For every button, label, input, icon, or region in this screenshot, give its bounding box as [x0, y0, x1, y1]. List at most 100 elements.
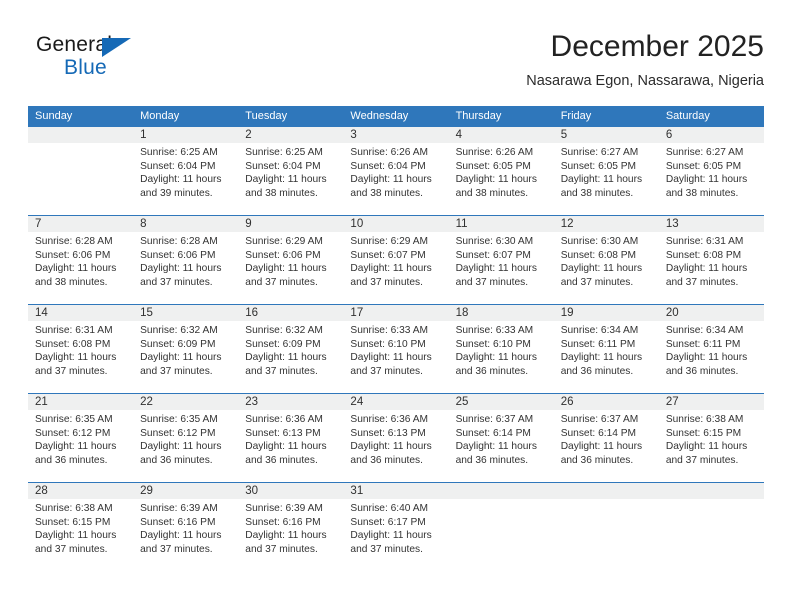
sunset-text: Sunset: 6:10 PM — [350, 338, 426, 350]
day-cell[interactable]: 27 Sunrise: 6:38 AM Sunset: 6:15 PM Dayl… — [659, 394, 764, 482]
day-cell — [554, 483, 659, 571]
day-number: 24 — [350, 396, 364, 408]
day-cell[interactable]: 25 Sunrise: 6:37 AM Sunset: 6:14 PM Dayl… — [449, 394, 554, 482]
day-details: Sunrise: 6:26 AM Sunset: 6:05 PM Dayligh… — [456, 146, 550, 200]
day-cell[interactable]: 30 Sunrise: 6:39 AM Sunset: 6:16 PM Dayl… — [238, 483, 343, 571]
day-cell[interactable]: 5 Sunrise: 6:27 AM Sunset: 6:05 PM Dayli… — [554, 127, 659, 215]
day-number: 15 — [140, 307, 153, 319]
day-cell[interactable]: 11 Sunrise: 6:30 AM Sunset: 6:07 PM Dayl… — [449, 216, 554, 304]
day-cell[interactable]: 15 Sunrise: 6:32 AM Sunset: 6:09 PM Dayl… — [133, 305, 238, 393]
page-title: December 2025 — [550, 30, 764, 63]
day-cell[interactable]: 21 Sunrise: 6:35 AM Sunset: 6:12 PM Dayl… — [28, 394, 133, 482]
daylight-text: Daylight: 11 hours and 38 minutes. — [455, 174, 537, 199]
day-details: Sunrise: 6:28 AM Sunset: 6:06 PM Dayligh… — [140, 235, 234, 289]
day-cell[interactable]: 1 Sunrise: 6:25 AM Sunset: 6:04 PM Dayli… — [133, 127, 238, 215]
day-cell[interactable]: 26 Sunrise: 6:37 AM Sunset: 6:14 PM Dayl… — [554, 394, 659, 482]
daylight-text: Daylight: 11 hours and 37 minutes. — [560, 263, 643, 288]
sunrise-text: Sunrise: 6:31 AM — [35, 325, 113, 336]
day-cell[interactable]: 12 Sunrise: 6:30 AM Sunset: 6:08 PM Dayl… — [554, 216, 659, 304]
sunrise-text: Sunrise: 6:33 AM — [350, 325, 429, 336]
day-details: Sunrise: 6:34 AM Sunset: 6:11 PM Dayligh… — [561, 324, 655, 378]
daylight-text: Daylight: 11 hours and 37 minutes. — [140, 352, 222, 377]
day-cell[interactable]: 8 Sunrise: 6:28 AM Sunset: 6:06 PM Dayli… — [133, 216, 238, 304]
day-cell[interactable]: 9 Sunrise: 6:29 AM Sunset: 6:06 PM Dayli… — [238, 216, 343, 304]
day-cell[interactable]: 29 Sunrise: 6:39 AM Sunset: 6:16 PM Dayl… — [133, 483, 238, 571]
day-cell[interactable]: 2 Sunrise: 6:25 AM Sunset: 6:04 PM Dayli… — [238, 127, 343, 215]
day-cell[interactable]: 16 Sunrise: 6:32 AM Sunset: 6:09 PM Dayl… — [238, 305, 343, 393]
day-cell — [659, 483, 764, 571]
daylight-text: Daylight: 11 hours and 36 minutes. — [560, 352, 643, 377]
day-number: 9 — [245, 218, 252, 230]
sunset-text: Sunset: 6:06 PM — [245, 249, 321, 261]
day-cell[interactable]: 4 Sunrise: 6:26 AM Sunset: 6:05 PM Dayli… — [449, 127, 554, 215]
day-number: 21 — [35, 396, 48, 408]
daylight-text: Daylight: 11 hours and 36 minutes. — [455, 441, 537, 466]
sunrise-text: Sunrise: 6:32 AM — [245, 325, 323, 336]
sunrise-text: Sunrise: 6:31 AM — [665, 236, 744, 247]
calendar-week-row: 14 Sunrise: 6:31 AM Sunset: 6:08 PM Dayl… — [28, 304, 764, 393]
sunset-text: Sunset: 6:13 PM — [350, 427, 426, 439]
sunrise-text: Sunrise: 6:26 AM — [455, 147, 534, 158]
page-subtitle: Nasarawa Egon, Nassarawa, Nigeria — [526, 73, 764, 89]
day-cell[interactable]: 10 Sunrise: 6:29 AM Sunset: 6:07 PM Dayl… — [343, 216, 448, 304]
sunset-text: Sunset: 6:07 PM — [455, 249, 531, 261]
calendar-week-row: 7 Sunrise: 6:28 AM Sunset: 6:06 PM Dayli… — [28, 215, 764, 304]
sunrise-text: Sunrise: 6:28 AM — [35, 236, 113, 247]
day-cell[interactable]: 20 Sunrise: 6:34 AM Sunset: 6:11 PM Dayl… — [659, 305, 764, 393]
sunset-text: Sunset: 6:04 PM — [140, 160, 216, 172]
day-cell[interactable]: 31 Sunrise: 6:40 AM Sunset: 6:17 PM Dayl… — [343, 483, 448, 571]
weekday-header-saturday: Saturday — [665, 110, 710, 122]
day-cell[interactable]: 28 Sunrise: 6:38 AM Sunset: 6:15 PM Dayl… — [28, 483, 133, 571]
day-details: Sunrise: 6:39 AM Sunset: 6:16 PM Dayligh… — [140, 502, 234, 556]
general-blue-logo[interactable]: General Blue — [36, 32, 206, 90]
daylight-text: Daylight: 11 hours and 38 minutes. — [35, 263, 117, 288]
day-details: Sunrise: 6:29 AM Sunset: 6:07 PM Dayligh… — [350, 235, 444, 289]
day-number: 13 — [665, 218, 679, 230]
sunrise-text: Sunrise: 6:38 AM — [35, 503, 113, 514]
day-details: Sunrise: 6:31 AM Sunset: 6:08 PM Dayligh… — [35, 324, 129, 378]
sunrise-text: Sunrise: 6:32 AM — [140, 325, 218, 336]
day-number: 2 — [245, 129, 252, 141]
day-cell[interactable]: 14 Sunrise: 6:31 AM Sunset: 6:08 PM Dayl… — [28, 305, 133, 393]
sunset-text: Sunset: 6:08 PM — [560, 249, 637, 261]
daylight-text: Daylight: 11 hours and 37 minutes. — [665, 441, 748, 466]
day-cell[interactable]: 17 Sunrise: 6:33 AM Sunset: 6:10 PM Dayl… — [343, 305, 448, 393]
day-details: Sunrise: 6:39 AM Sunset: 6:16 PM Dayligh… — [245, 502, 339, 556]
day-number: 4 — [455, 129, 462, 141]
daylight-text: Daylight: 11 hours and 36 minutes. — [455, 352, 537, 377]
day-details: Sunrise: 6:37 AM Sunset: 6:14 PM Dayligh… — [456, 413, 550, 467]
daylight-text: Daylight: 11 hours and 37 minutes. — [665, 263, 748, 288]
sunset-text: Sunset: 6:11 PM — [560, 338, 636, 350]
sunset-text: Sunset: 6:15 PM — [35, 516, 111, 528]
sunset-text: Sunset: 6:04 PM — [350, 160, 426, 172]
day-number: 12 — [560, 218, 574, 230]
calendar-week-row: 21 Sunrise: 6:35 AM Sunset: 6:12 PM Dayl… — [28, 393, 764, 482]
sunrise-text: Sunrise: 6:30 AM — [455, 236, 534, 247]
day-cell[interactable]: 22 Sunrise: 6:35 AM Sunset: 6:12 PM Dayl… — [133, 394, 238, 482]
sunrise-text: Sunrise: 6:30 AM — [560, 236, 639, 247]
day-number: 8 — [140, 218, 147, 230]
day-cell[interactable]: 18 Sunrise: 6:33 AM Sunset: 6:10 PM Dayl… — [449, 305, 554, 393]
day-cell[interactable]: 6 Sunrise: 6:27 AM Sunset: 6:05 PM Dayli… — [659, 127, 764, 215]
calendar-week-row: 1 Sunrise: 6:25 AM Sunset: 6:04 PM Dayli… — [28, 126, 764, 215]
day-cell[interactable]: 23 Sunrise: 6:36 AM Sunset: 6:13 PM Dayl… — [238, 394, 343, 482]
day-cell[interactable]: 7 Sunrise: 6:28 AM Sunset: 6:06 PM Dayli… — [28, 216, 133, 304]
sunrise-text: Sunrise: 6:39 AM — [140, 503, 218, 514]
day-number: 22 — [140, 396, 153, 408]
daylight-text: Daylight: 11 hours and 37 minutes. — [350, 352, 432, 377]
daylight-text: Daylight: 11 hours and 38 minutes. — [560, 174, 643, 199]
sunset-text: Sunset: 6:08 PM — [665, 249, 742, 261]
daylight-text: Daylight: 11 hours and 37 minutes. — [35, 530, 117, 555]
day-cell[interactable]: 3 Sunrise: 6:26 AM Sunset: 6:04 PM Dayli… — [343, 127, 448, 215]
day-details: Sunrise: 6:37 AM Sunset: 6:14 PM Dayligh… — [561, 413, 655, 467]
day-cell[interactable]: 19 Sunrise: 6:34 AM Sunset: 6:11 PM Dayl… — [554, 305, 659, 393]
day-details: Sunrise: 6:25 AM Sunset: 6:04 PM Dayligh… — [245, 146, 339, 200]
daylight-text: Daylight: 11 hours and 37 minutes. — [350, 263, 432, 288]
day-cell[interactable]: 13 Sunrise: 6:31 AM Sunset: 6:08 PM Dayl… — [659, 216, 764, 304]
day-number: 25 — [455, 396, 469, 408]
sunrise-text: Sunrise: 6:27 AM — [560, 147, 639, 158]
sunrise-text: Sunrise: 6:39 AM — [245, 503, 323, 514]
daylight-text: Daylight: 11 hours and 36 minutes. — [560, 441, 643, 466]
day-cell[interactable]: 24 Sunrise: 6:36 AM Sunset: 6:13 PM Dayl… — [343, 394, 448, 482]
day-details: Sunrise: 6:29 AM Sunset: 6:06 PM Dayligh… — [245, 235, 339, 289]
